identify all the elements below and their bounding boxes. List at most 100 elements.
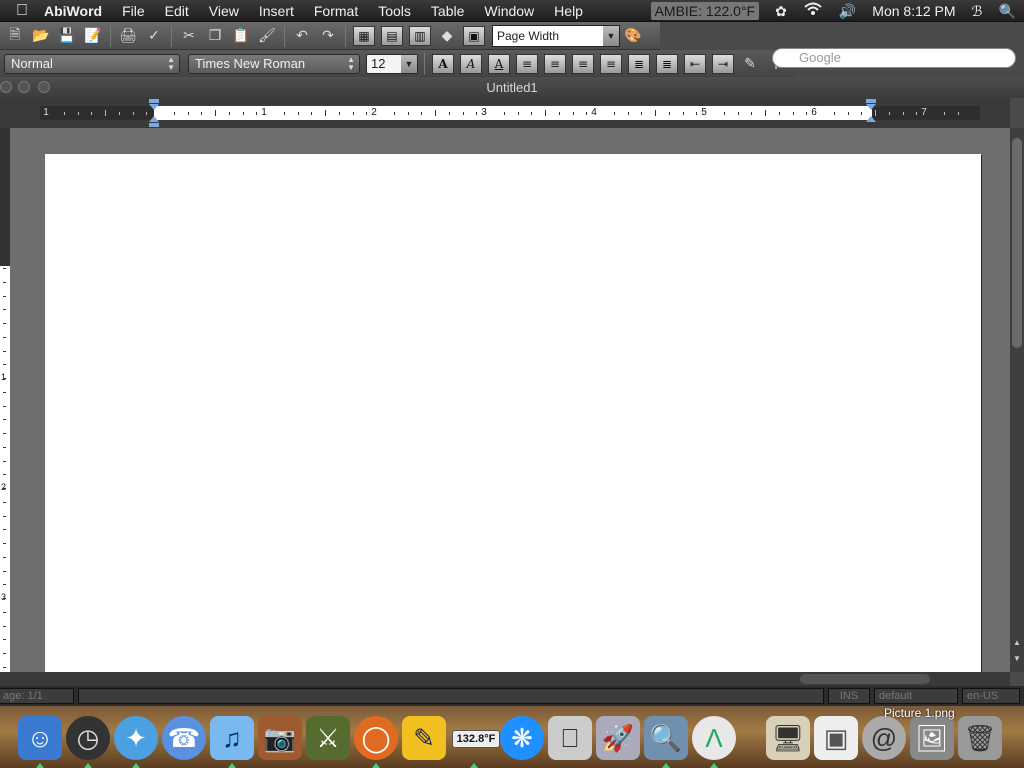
italic-icon[interactable]: A (460, 53, 482, 74)
insert-table-icon[interactable]: ▦ (353, 25, 375, 46)
chevron-down-icon[interactable]: ▼ (401, 54, 417, 73)
zoom-window-button[interactable] (38, 81, 50, 93)
ambie-temperature[interactable]: AMBIE: 122.0°F (650, 2, 760, 20)
spellcheck-icon[interactable]: ✓ (142, 25, 166, 47)
firefox-icon[interactable]: ◯ (354, 716, 398, 760)
insert-shapes-icon[interactable]: ◆ (435, 25, 459, 47)
menu-view[interactable]: View (199, 0, 249, 22)
save-icon[interactable]: 💾 (55, 25, 79, 47)
window-titlebar: Untitled1 (0, 77, 1024, 98)
ichat-icon[interactable]: ☎ (162, 716, 206, 760)
vertical-ruler-tick (3, 350, 6, 352)
vertical-ruler[interactable]: 1 2 3 (0, 128, 10, 686)
scroll-up-icon[interactable]: ▲ (1012, 638, 1022, 648)
mac-mini-icon[interactable]: ▣ (814, 716, 858, 760)
menu-abiword[interactable]: AbiWord (44, 0, 112, 22)
trash-icon[interactable]: 🗑 (958, 716, 1002, 760)
safari-icon[interactable]: ✦ (114, 716, 158, 760)
numbered-list-icon[interactable]: ≣ (628, 53, 650, 74)
abiword-icon[interactable]: Λ (692, 716, 736, 760)
chevron-down-icon[interactable]: ▼ (603, 25, 619, 46)
apple-icon[interactable]:  (0, 2, 44, 20)
horizontal-scroll-thumb[interactable] (800, 674, 930, 684)
cut-icon[interactable]: ✂ (177, 25, 201, 47)
zoom-select[interactable]: Page Width ▼ (492, 24, 620, 47)
document-page[interactable] (45, 154, 981, 674)
search-input[interactable]: Google (772, 48, 1016, 68)
underline-icon[interactable]: A (488, 53, 510, 74)
aim-icon[interactable]: ✎ (402, 716, 446, 760)
bullet-list-icon[interactable]: ≣ (656, 53, 678, 74)
open-folder-icon[interactable]: 📂 (29, 25, 53, 47)
paragraph-style-select[interactable]: Normal ▲ ▼ (4, 53, 180, 74)
insert-columns-icon[interactable]: ▤ (381, 25, 403, 46)
increase-indent-icon[interactable]: ⇥ (712, 53, 734, 74)
iphoto-icon[interactable]: 📷 (258, 716, 302, 760)
minimize-window-button[interactable] (18, 81, 30, 93)
align-justify-icon[interactable]: ≡ (600, 53, 622, 74)
script-menu-icon[interactable]: ✿ (775, 0, 787, 22)
align-right-icon[interactable]: ≡ (572, 53, 594, 74)
menu-help[interactable]: Help (544, 0, 593, 22)
insert-image-icon[interactable]: ▣ (463, 25, 485, 46)
classic-mac-icon[interactable]: 🖥 (766, 716, 810, 760)
bold-icon[interactable]: A (432, 53, 454, 74)
volume-icon[interactable]: 🔊 (839, 0, 856, 22)
menu-format[interactable]: Format (304, 0, 368, 22)
network-icon[interactable]: ❋ (500, 716, 544, 760)
vertical-scrollbar[interactable]: ▲ ▼ (1010, 128, 1024, 672)
wifi-icon[interactable] (803, 0, 823, 22)
menu-table[interactable]: Table (421, 0, 474, 22)
redo-icon[interactable]: ↷ (316, 25, 340, 47)
ruler-tick (503, 112, 505, 115)
vertical-ruler-tick (3, 639, 6, 641)
decrease-indent-icon[interactable]: ⇤ (684, 53, 706, 74)
menu-tools[interactable]: Tools (368, 0, 421, 22)
game-icon[interactable]: ⚔ (306, 716, 350, 760)
style-value: Normal (11, 56, 53, 71)
scroll-down-icon[interactable]: ▼ (1012, 654, 1022, 664)
picture-file-icon[interactable]: 🖼 (910, 716, 954, 760)
font-size-select[interactable]: 12 ▼ (366, 53, 418, 74)
copy-icon[interactable]: ❐ (203, 25, 227, 47)
at-sign-icon[interactable]: @ (862, 716, 906, 760)
finder-icon[interactable]: ☺ (18, 716, 62, 760)
rocket-icon[interactable]: 🚀 (596, 716, 640, 760)
ruler-tick (407, 112, 409, 115)
highlight-icon[interactable]: ✎ (738, 53, 762, 75)
vertical-scroll-thumb[interactable] (1012, 138, 1022, 348)
new-document-icon[interactable]: 🗎 (3, 25, 27, 47)
itunes-icon[interactable]: ♫ (210, 716, 254, 760)
toolbar-separator (110, 24, 111, 47)
menu-window[interactable]: Window (474, 0, 544, 22)
menu-file[interactable]: File (112, 0, 155, 22)
preview-icon[interactable]: 🔍 (644, 716, 688, 760)
bluetooth-icon[interactable]: ℬ (972, 0, 983, 22)
clock[interactable]: Mon 8:12 PM (872, 0, 955, 22)
format-painter-icon[interactable]: 🖌 (255, 25, 279, 47)
paste-icon[interactable]: 📋 (229, 25, 253, 47)
ruler-number: 6 (811, 107, 817, 118)
spotlight-icon[interactable]: 🔍 (999, 0, 1016, 22)
left-indent-marker[interactable] (148, 98, 160, 128)
horizontal-scrollbar[interactable] (0, 672, 1010, 686)
horizontal-ruler[interactable]: 1 1 2 3 4 5 6 7 (40, 106, 980, 120)
system-preferences-icon[interactable]:  (548, 716, 592, 760)
insert-rows-icon[interactable]: ▥ (409, 25, 431, 46)
undo-icon[interactable]: ↶ (290, 25, 314, 47)
font-family-select[interactable]: Times New Roman ▲ ▼ (188, 53, 360, 74)
color-wheel-icon[interactable]: 🎨 (621, 25, 645, 47)
menu-edit[interactable]: Edit (155, 0, 199, 22)
print-icon[interactable]: 🖨 (116, 25, 140, 47)
running-indicator (662, 763, 670, 768)
menu-insert[interactable]: Insert (249, 0, 304, 22)
align-left-icon[interactable]: ≡ (516, 53, 538, 74)
dashboard-icon[interactable]: ◷ (66, 716, 110, 760)
right-indent-marker[interactable] (865, 98, 877, 128)
save-as-icon[interactable]: 📝 (81, 25, 105, 47)
horizontal-ruler-area: 1 1 2 3 4 5 6 7 (0, 98, 1010, 128)
running-indicator (710, 763, 718, 768)
close-window-button[interactable] (0, 81, 12, 93)
align-center-icon[interactable]: ≡ (544, 53, 566, 74)
temperature-widget[interactable]: 132.8°F (452, 730, 500, 748)
